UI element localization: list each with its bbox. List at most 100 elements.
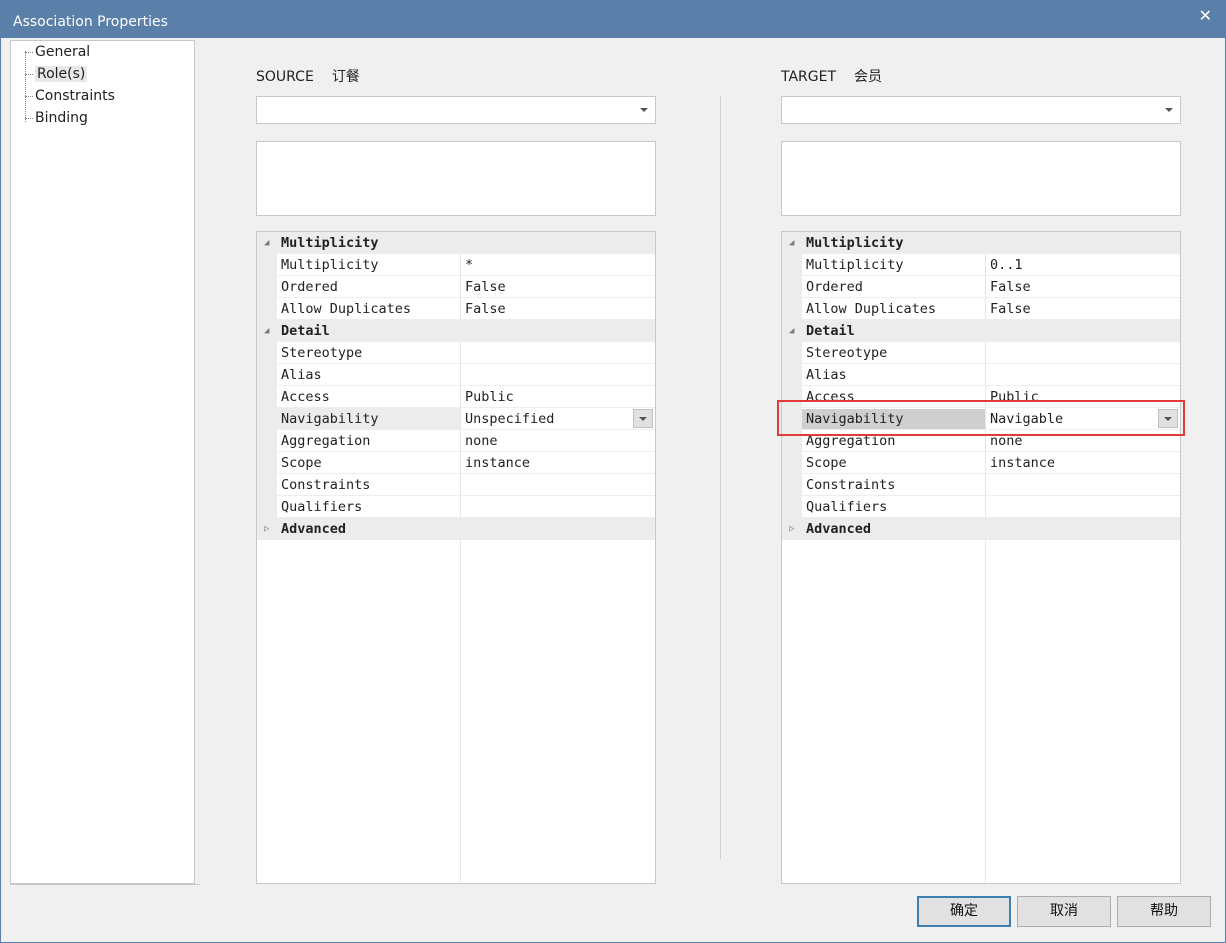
title-bar: Association Properties ✕ [0,0,1226,38]
prop-value[interactable]: * [465,254,473,276]
nav-item-constraints[interactable]: Constraints [23,85,115,107]
prop-name: Constraints [281,477,371,493]
prop-name: Navigability [806,411,904,427]
source-label: SOURCE [256,69,314,85]
prop-value[interactable]: 0..1 [990,254,1023,276]
category-advanced[interactable]: ▷ Advanced [257,518,655,540]
prop-value[interactable]: Public [990,386,1039,408]
target-heading: TARGET 会员 [781,66,882,86]
ok-button[interactable]: 确定 [917,896,1011,927]
category-label: Multiplicity [281,235,379,251]
prop-value[interactable]: Unspecified [465,408,554,430]
prop-value[interactable]: instance [465,452,530,474]
prop-name: Access [281,389,330,405]
prop-row-ordered[interactable]: Ordered False [782,276,1180,298]
category-multiplicity[interactable]: ◢ Multiplicity [782,232,1180,254]
nav-item-binding[interactable]: Binding [23,107,88,129]
prop-name: Constraints [806,477,896,493]
prop-name: Scope [281,455,322,471]
prop-row-qualifiers[interactable]: Qualifiers [782,496,1180,518]
cancel-button[interactable]: 取消 [1017,896,1111,927]
category-label: Advanced [281,521,347,537]
prop-row-ordered[interactable]: Ordered False [257,276,655,298]
source-role-dropdown[interactable] [256,96,656,124]
expand-icon[interactable]: ▷ [264,518,269,540]
nav-item-general[interactable]: General [23,41,90,63]
expand-icon[interactable]: ▷ [789,518,794,540]
prop-name: Qualifiers [281,499,363,515]
prop-row-scope[interactable]: Scope instance [782,452,1180,474]
target-name: 会员 [854,69,883,85]
prop-name: Scope [806,455,847,471]
prop-row-constraints[interactable]: Constraints [257,474,655,496]
target-notes-textarea[interactable] [781,141,1181,216]
prop-name: Access [806,389,855,405]
window-title: Association Properties [13,14,168,30]
prop-value[interactable]: Navigable [990,408,1063,430]
prop-row-stereotype[interactable]: Stereotype [257,342,655,364]
nav-tree: General Role(s) Constraints Binding [10,40,195,884]
prop-row-scope[interactable]: Scope instance [257,452,655,474]
help-button[interactable]: 帮助 [1117,896,1211,927]
prop-value[interactable]: Public [465,386,514,408]
prop-name: Allow Duplicates [806,301,937,317]
chevron-down-icon [1165,108,1173,112]
prop-row-access[interactable]: Access Public [782,386,1180,408]
prop-row-constraints[interactable]: Constraints [782,474,1180,496]
source-notes-textarea[interactable] [256,141,656,216]
category-label: Detail [806,323,855,339]
prop-name: Ordered [806,279,863,295]
prop-row-multiplicity[interactable]: Multiplicity 0..1 [782,254,1180,276]
nav-item-roles[interactable]: Role(s) [23,63,88,85]
collapse-icon[interactable]: ◢ [264,232,269,254]
category-detail[interactable]: ◢ Detail [257,320,655,342]
prop-row-aggregation[interactable]: Aggregation none [257,430,655,452]
prop-name: Alias [281,367,322,383]
prop-row-alias[interactable]: Alias [257,364,655,386]
prop-value[interactable]: False [990,298,1031,320]
target-property-grid: ◢ Multiplicity Multiplicity 0..1 Ordered Fa… [781,231,1181,884]
prop-row-allow-duplicates[interactable]: Allow Duplicates False [782,298,1180,320]
prop-row-alias[interactable]: Alias [782,364,1180,386]
prop-value[interactable]: False [465,298,506,320]
prop-value[interactable]: False [990,276,1031,298]
prop-value[interactable]: instance [990,452,1055,474]
category-detail[interactable]: ◢ Detail [782,320,1180,342]
collapse-icon[interactable]: ◢ [789,320,794,342]
chevron-down-icon[interactable] [1158,409,1178,428]
collapse-icon[interactable]: ◢ [789,232,794,254]
prop-row-navigability[interactable]: Navigability Unspecified [257,408,655,430]
category-advanced[interactable]: ▷ Advanced [782,518,1180,540]
collapse-icon[interactable]: ◢ [264,320,269,342]
nav-item-label: Binding [35,110,88,126]
prop-name: Stereotype [281,345,363,361]
source-property-grid: ◢ Multiplicity Multiplicity * Ordered False… [256,231,656,884]
prop-row-allow-duplicates[interactable]: Allow Duplicates False [257,298,655,320]
prop-value[interactable]: False [465,276,506,298]
close-icon[interactable]: ✕ [1199,6,1212,25]
nav-item-label: General [35,44,91,60]
divider [10,884,200,885]
category-label: Advanced [806,521,872,537]
prop-name: Aggregation [806,433,896,449]
category-label: Detail [281,323,330,339]
prop-row-stereotype[interactable]: Stereotype [782,342,1180,364]
chevron-down-icon[interactable] [633,409,653,428]
nav-item-label: Role(s) [35,66,88,82]
prop-row-multiplicity[interactable]: Multiplicity * [257,254,655,276]
prop-name: Multiplicity [806,257,904,273]
prop-row-navigability[interactable]: Navigability Navigable [782,408,1180,430]
target-role-dropdown[interactable] [781,96,1181,124]
prop-row-qualifiers[interactable]: Qualifiers [257,496,655,518]
chevron-down-icon [640,108,648,112]
prop-row-access[interactable]: Access Public [257,386,655,408]
category-label: Multiplicity [806,235,904,251]
category-multiplicity[interactable]: ◢ Multiplicity [257,232,655,254]
prop-value[interactable]: none [990,430,1023,452]
prop-name: Qualifiers [806,499,888,515]
prop-name: Allow Duplicates [281,301,412,317]
prop-name: Ordered [281,279,338,295]
prop-row-aggregation[interactable]: Aggregation none [782,430,1180,452]
prop-value[interactable]: none [465,430,498,452]
panel-separator [720,96,721,859]
